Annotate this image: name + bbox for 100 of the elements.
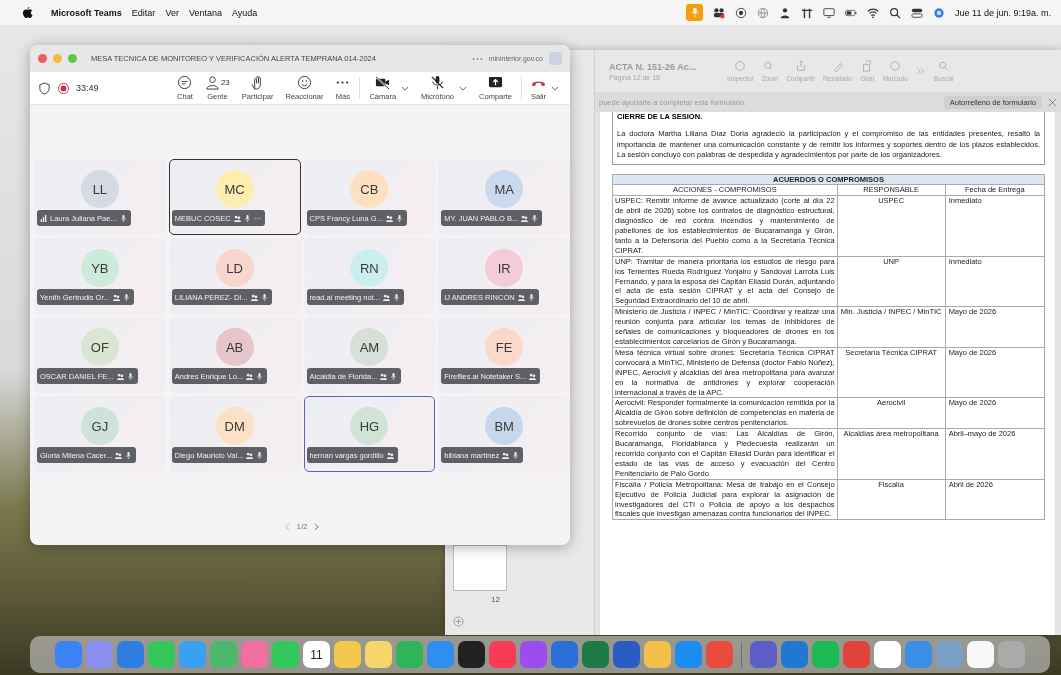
app-name-menu[interactable]: Microsoft Teams xyxy=(51,7,122,18)
person-icon xyxy=(204,75,220,90)
smiley-icon xyxy=(296,75,312,90)
share-icon xyxy=(794,60,807,72)
search-icon xyxy=(938,60,951,72)
people-icon xyxy=(521,214,529,222)
avatar-initials: MA xyxy=(485,170,524,208)
caret-icon[interactable] xyxy=(459,85,468,91)
app-icon[interactable] xyxy=(458,641,485,668)
minimize-window-button[interactable] xyxy=(53,54,62,63)
app-icon[interactable] xyxy=(874,641,901,668)
mic-icon xyxy=(260,293,268,301)
avatar-initials: MC xyxy=(215,170,254,208)
menu-item[interactable]: Ayuda xyxy=(231,7,258,18)
screen-icon[interactable] xyxy=(823,6,836,19)
avatar-initials: AM xyxy=(350,328,389,366)
caret-icon[interactable] xyxy=(551,85,559,91)
wifi-icon[interactable] xyxy=(867,6,880,19)
menu-item[interactable]: Ver xyxy=(165,7,179,18)
info-icon xyxy=(734,60,747,72)
avatar-initials: LD xyxy=(215,249,254,287)
mic-icon xyxy=(531,214,539,222)
page-thumbnail[interactable] xyxy=(453,545,507,591)
chat-icon xyxy=(177,75,193,90)
people-icon xyxy=(380,372,388,380)
search-icon[interactable] xyxy=(889,6,902,19)
avatar-initials: RN xyxy=(350,249,389,287)
avatar-initials: GJ xyxy=(80,407,119,445)
record-icon[interactable] xyxy=(735,6,748,19)
mic-icon xyxy=(527,293,535,301)
mic-icon xyxy=(119,214,127,222)
avatar-initials: YB xyxy=(80,249,119,287)
call-timer: 33:49 xyxy=(76,83,99,93)
mic-off-icon xyxy=(430,75,446,90)
menu-item[interactable]: Ventana xyxy=(188,7,222,18)
mic-icon xyxy=(126,372,134,380)
people-icon xyxy=(116,372,124,380)
zoom-window-button[interactable] xyxy=(68,54,77,63)
avatar-initials: FE xyxy=(485,328,524,366)
toggles-icon[interactable] xyxy=(911,6,924,19)
more-icon[interactable] xyxy=(471,56,483,61)
people-icon xyxy=(517,293,525,301)
highlighter-icon xyxy=(831,60,844,72)
globe-icon[interactable] xyxy=(757,6,770,19)
antenna-icon[interactable] xyxy=(801,6,814,19)
people-icon xyxy=(246,372,254,380)
close-icon[interactable] xyxy=(1048,97,1057,107)
previous-page-icon[interactable] xyxy=(285,522,291,531)
menu-bar-clock[interactable]: Jue 11 de jun. 9:19a. m. xyxy=(955,7,1051,18)
people-icon xyxy=(233,214,241,222)
mic-icon xyxy=(512,451,520,459)
people-icon xyxy=(385,214,393,222)
camera-off-icon xyxy=(375,75,391,90)
person-icon[interactable] xyxy=(779,6,792,19)
menu-item[interactable]: Editar xyxy=(131,7,156,18)
avatar-initials: LL xyxy=(80,170,119,208)
avatar-initials: CB xyxy=(350,170,389,208)
people-icon xyxy=(386,451,394,459)
avatar-initials: HG xyxy=(350,407,389,445)
share-screen-icon xyxy=(488,75,503,90)
people-icon xyxy=(115,451,123,459)
close-window-button[interactable] xyxy=(38,54,47,63)
next-page-icon[interactable] xyxy=(313,522,319,531)
people-icon xyxy=(502,451,510,459)
app-icon[interactable] xyxy=(967,641,994,668)
document-title: ACTA N. 151-26 Ac... xyxy=(609,61,698,72)
markup-icon xyxy=(889,60,902,72)
people-icon xyxy=(246,451,254,459)
siri-icon[interactable] xyxy=(933,6,946,19)
avatar-initials: BM xyxy=(485,407,524,445)
mic-icon xyxy=(125,451,133,459)
recording-icon[interactable] xyxy=(57,81,70,95)
page-indicator: 1/2 xyxy=(296,522,308,531)
people-icon xyxy=(529,372,537,380)
chevrons-icon[interactable] xyxy=(915,66,926,76)
rotate-icon xyxy=(861,60,874,72)
mic-icon xyxy=(256,451,264,459)
avatar-initials: OF xyxy=(80,328,119,366)
account-avatar[interactable] xyxy=(549,52,562,65)
avatar-initials: DM xyxy=(215,407,254,445)
mic-icon xyxy=(256,372,264,380)
caret-icon[interactable] xyxy=(401,85,410,91)
signal-bars-icon xyxy=(40,214,47,222)
avatar-initials: AB xyxy=(215,328,254,366)
microphone-indicator-icon[interactable] xyxy=(686,4,704,21)
add-icon[interactable] xyxy=(453,616,464,627)
mic-icon xyxy=(243,214,251,222)
mic-icon xyxy=(392,293,400,301)
shield-icon[interactable] xyxy=(38,81,51,95)
people-icon xyxy=(382,293,390,301)
avatar-initials: IR xyxy=(485,249,524,287)
people-icon xyxy=(112,293,120,301)
page-number: 12 xyxy=(491,595,500,604)
calendar-app-icon[interactable]: 11 xyxy=(303,641,330,668)
apple-logo-icon[interactable] xyxy=(22,6,33,19)
people-icon xyxy=(250,293,258,301)
mic-icon xyxy=(390,372,398,380)
mic-icon xyxy=(395,214,403,222)
people-icon[interactable] xyxy=(713,6,726,19)
mic-icon xyxy=(122,293,130,301)
